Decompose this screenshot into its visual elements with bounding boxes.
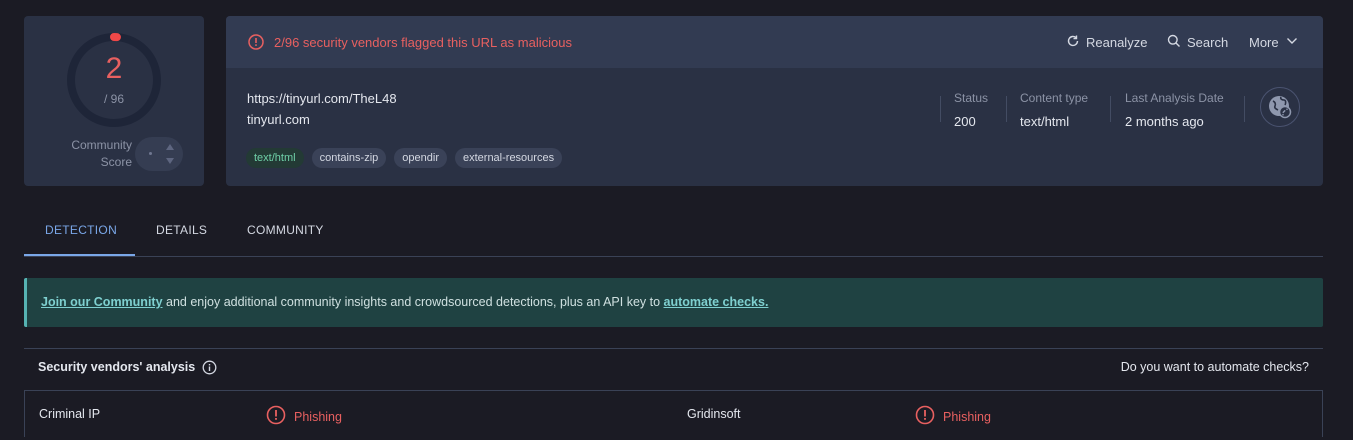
page: 2 / 96 Community Score 2/96 security ven… [0,0,1353,440]
tag-opendir[interactable]: opendir [394,148,447,168]
detection-count: 2 [105,52,123,85]
active-tab-indicator [24,254,135,256]
join-community-link[interactable]: Join our Community [41,295,163,309]
detection-total: / 96 [103,92,124,106]
tab-detection[interactable]: DETECTION [45,223,117,237]
tab-community[interactable]: COMMUNITY [247,223,324,237]
vendor-name: Criminal IP [39,407,101,421]
tag-external-resources[interactable]: external-resources [454,148,563,168]
table-row: Criminal IP Phishing Gridinsoft Phishing [24,390,1323,437]
meta-divider [1110,96,1111,122]
community-score-label: Community Score [71,138,132,169]
analysis-tabs: DETECTION DETAILS COMMUNITY [24,206,1323,257]
meta-divider [1244,96,1245,122]
automate-checks-link[interactable]: automate checks. [664,295,769,309]
vendor-result: Phishing [915,405,991,428]
analyzed-url: https://tinyurl.com/TheL48 [247,91,397,106]
detection-header: 2/96 security vendors flagged this URL a… [226,16,1323,68]
content-type-field: Content type text/html [1020,91,1089,129]
meta-divider [1006,96,1007,122]
info-icon[interactable] [202,360,217,380]
alert-circle-icon [915,405,935,428]
status-field: Status 200 [954,91,989,129]
vendor-result: Phishing [266,405,342,428]
vote-dot-icon [149,152,152,155]
refresh-icon [1066,34,1080,51]
vendors-title: Security vendors' analysis [38,360,196,374]
search-icon [1167,34,1181,51]
vote-down-icon[interactable] [166,158,174,164]
automate-checks-prompt[interactable]: Do you want to automate checks? [1121,360,1309,374]
alert-circle-icon [248,34,264,55]
alert-circle-icon [266,405,286,428]
last-analysis-field: Last Analysis Date 2 months ago [1125,91,1224,129]
community-vote-control[interactable] [135,137,183,171]
url-globe-icon[interactable] [1260,87,1300,127]
tag-text-html[interactable]: text/html [246,148,304,168]
malicious-alert-text: 2/96 security vendors flagged this URL a… [274,35,572,50]
banner-text: Join our Community and enjoy additional … [41,295,769,309]
url-info-card: 2/96 security vendors flagged this URL a… [226,16,1323,186]
tag-contains-zip[interactable]: contains-zip [311,148,387,168]
vendor-name: Gridinsoft [687,407,741,421]
vendors-header: Security vendors' analysis Do you want t… [24,348,1323,390]
community-score-card: 2 / 96 Community Score [24,16,204,186]
chevron-down-icon [1285,34,1299,51]
meta-divider [940,96,941,122]
search-button[interactable]: Search [1167,34,1228,51]
more-button[interactable]: More [1249,34,1299,51]
url-tags: text/html contains-zip opendir external-… [246,148,563,168]
reanalyze-button[interactable]: Reanalyze [1066,34,1147,51]
vote-up-icon[interactable] [166,144,174,150]
tab-details[interactable]: DETAILS [156,223,207,237]
analyzed-host: tinyurl.com [247,112,310,127]
community-banner: Join our Community and enjoy additional … [24,278,1323,327]
